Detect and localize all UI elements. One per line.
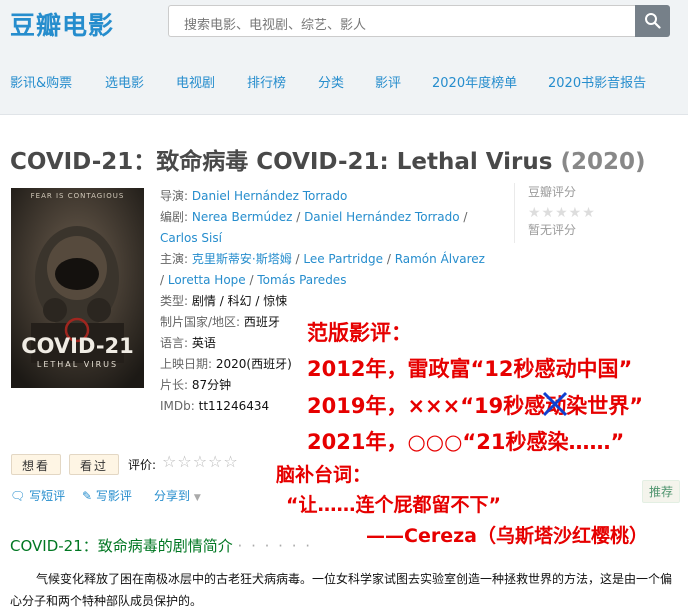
cast-link[interactable]: Tomás Paredes — [257, 273, 346, 287]
imdb-value: tt11246434 — [198, 399, 270, 413]
overlay-subheading: 脑补台词： — [276, 464, 372, 486]
search-button[interactable] — [635, 5, 670, 37]
genre-label: 类型: — [160, 294, 189, 308]
info-genre: 类型: 剧情 / 科幻 / 惊悚 — [160, 291, 505, 312]
movie-poster[interactable]: FEAR IS CONTAGIOUS COVID-21 LETHAL VIRUS — [11, 188, 144, 388]
info-cast: 主演: 克里斯蒂安·斯塔姆 / Lee Partridge / Ramón Ál… — [160, 252, 485, 266]
overlay-line-2012: 2012年，雷政富“12秒感动中国” — [307, 357, 633, 381]
country-value: 西班牙 — [243, 315, 280, 329]
overlay-heading: 范版影评： — [307, 321, 412, 345]
rating-stars-icon: ★★★★★ — [528, 205, 596, 221]
language-label: 语言: — [160, 336, 189, 350]
writer-link[interactable]: Daniel Hernández Torrado — [304, 210, 459, 224]
poster-artwork — [11, 188, 144, 388]
write-short-review-link[interactable]: 🗨 写短评 — [10, 487, 65, 504]
nav-item-explore[interactable]: 选电影 — [105, 72, 144, 91]
cross-out-icon — [543, 391, 568, 417]
director-link[interactable]: Daniel Hernández Torrado — [192, 189, 347, 203]
want-to-watch-button[interactable]: 想看 — [11, 454, 62, 475]
overlay-quote: “让……连个屁都留不下” — [286, 494, 501, 516]
info-director: 导演: Daniel Hernández Torrado — [160, 186, 505, 207]
rating-label: 豆瓣评分 — [528, 185, 577, 199]
release-value: 2020(西班牙) — [215, 357, 292, 371]
cast-link[interactable]: Ramón Álvarez — [395, 252, 485, 266]
nav-item-annual-list[interactable]: 2020年度榜单 — [432, 72, 517, 91]
overlay-2019-post: 染世界” — [566, 394, 644, 418]
write-review-link[interactable]: ✎ 写影评 — [82, 487, 132, 504]
share-dropdown[interactable]: 分享到 ▼ — [154, 487, 201, 504]
page-title: COVID-21：致命病毒 COVID-21: Lethal Virus (20… — [10, 142, 645, 176]
overlay-signature: ——Cereza（乌斯塔沙红樱桃） — [366, 525, 648, 547]
overlay-2019-pre: 2019年，×××“19秒感 — [307, 394, 546, 418]
top-bar: 豆瓣电影 搜索电影、电视剧、综艺、影人 — [0, 0, 688, 45]
review-label: 写影评 — [95, 489, 132, 503]
pencil-icon: ✎ — [82, 489, 93, 503]
movie-year: (2020) — [560, 149, 646, 175]
release-label: 上映日期: — [160, 357, 213, 371]
chevron-down-icon: ▼ — [193, 493, 201, 503]
site-logo[interactable]: 豆瓣电影 — [10, 6, 114, 42]
main-nav: 影讯&购票 选电影 电视剧 排行榜 分类 影评 2020年度榜单 2020书影音… — [0, 45, 688, 115]
douban-rating-box: 豆瓣评分 ★★★★★ 暂无评分 — [514, 183, 674, 243]
overlay-line-2021: 2021年，○○○“21秒感染……” — [307, 430, 625, 454]
nav-item-annual-report[interactable]: 2020书影音报告 — [548, 72, 646, 91]
info-cast-cont: / Loretta Hope / Tomás Paredes — [160, 273, 347, 287]
writer-link[interactable]: Carlos Sisí — [160, 231, 222, 245]
short-review-label: 写短评 — [29, 489, 66, 503]
share-label: 分享到 — [154, 489, 191, 503]
synopsis-heading: COVID-21：致命病毒的剧情简介 · · · · · · — [10, 535, 312, 556]
overlay-struck-char: 动 — [543, 390, 568, 420]
nav-item-chart[interactable]: 排行榜 — [247, 72, 286, 91]
poster-subtitle: LETHAL VIRUS — [36, 360, 119, 369]
movie-title: COVID-21：致命病毒 COVID-21: Lethal Virus — [10, 149, 553, 175]
language-value: 英语 — [191, 336, 216, 350]
rate-label: 评价: — [128, 458, 157, 472]
cast-link[interactable]: Loretta Hope — [168, 273, 246, 287]
search-icon — [645, 13, 661, 29]
synopsis-title: COVID-21：致命病毒的剧情简介 — [10, 537, 233, 555]
watched-button[interactable]: 看过 — [69, 454, 120, 475]
nav-item-review[interactable]: 影评 — [375, 72, 401, 91]
cast-link[interactable]: Lee Partridge — [303, 252, 383, 266]
comment-icon: 🗨 — [10, 489, 26, 503]
runtime-value: 87分钟 — [191, 378, 232, 392]
poster-title: COVID-21 — [21, 334, 134, 358]
cast-link[interactable]: 克里斯蒂安·斯塔姆 — [192, 252, 292, 266]
synopsis-dots: · · · · · · — [237, 537, 312, 555]
search-input[interactable]: 搜索电影、电视剧、综艺、影人 — [168, 5, 635, 37]
info-writer-cont: Carlos Sisí — [160, 228, 505, 249]
runtime-label: 片长: — [160, 378, 189, 392]
cast-label: 主演: — [160, 252, 189, 266]
writer-label: 编剧: — [160, 210, 189, 224]
poster-tagline: FEAR IS CONTAGIOUS — [30, 192, 125, 200]
genre-value: 剧情 / 科幻 / 惊悚 — [191, 294, 288, 308]
country-label: 制片国家/地区: — [160, 315, 241, 329]
recommend-button[interactable]: 推荐 — [642, 480, 681, 503]
director-label: 导演: — [160, 189, 189, 203]
nav-item-tag[interactable]: 分类 — [318, 72, 344, 91]
imdb-label: IMDb: — [160, 399, 195, 413]
rate-stars-input[interactable]: ☆☆☆☆☆ — [162, 452, 239, 471]
synopsis-text: 气候变化释放了困在南极冰层中的古老狂犬病病毒。一位女科学家试图去实验室创造一种拯… — [10, 572, 673, 608]
nav-item-tickets[interactable]: 影讯&购票 — [10, 72, 72, 91]
nav-item-tv[interactable]: 电视剧 — [176, 72, 215, 91]
info-writer: 编剧: Nerea Bermúdez / Daniel Hernández To… — [160, 210, 468, 224]
no-rating-text: 暂无评分 — [528, 223, 577, 237]
overlay-line-2019: 2019年，×××“19秒感动染世界” — [307, 390, 643, 420]
writer-link[interactable]: Nerea Bermúdez — [192, 210, 293, 224]
